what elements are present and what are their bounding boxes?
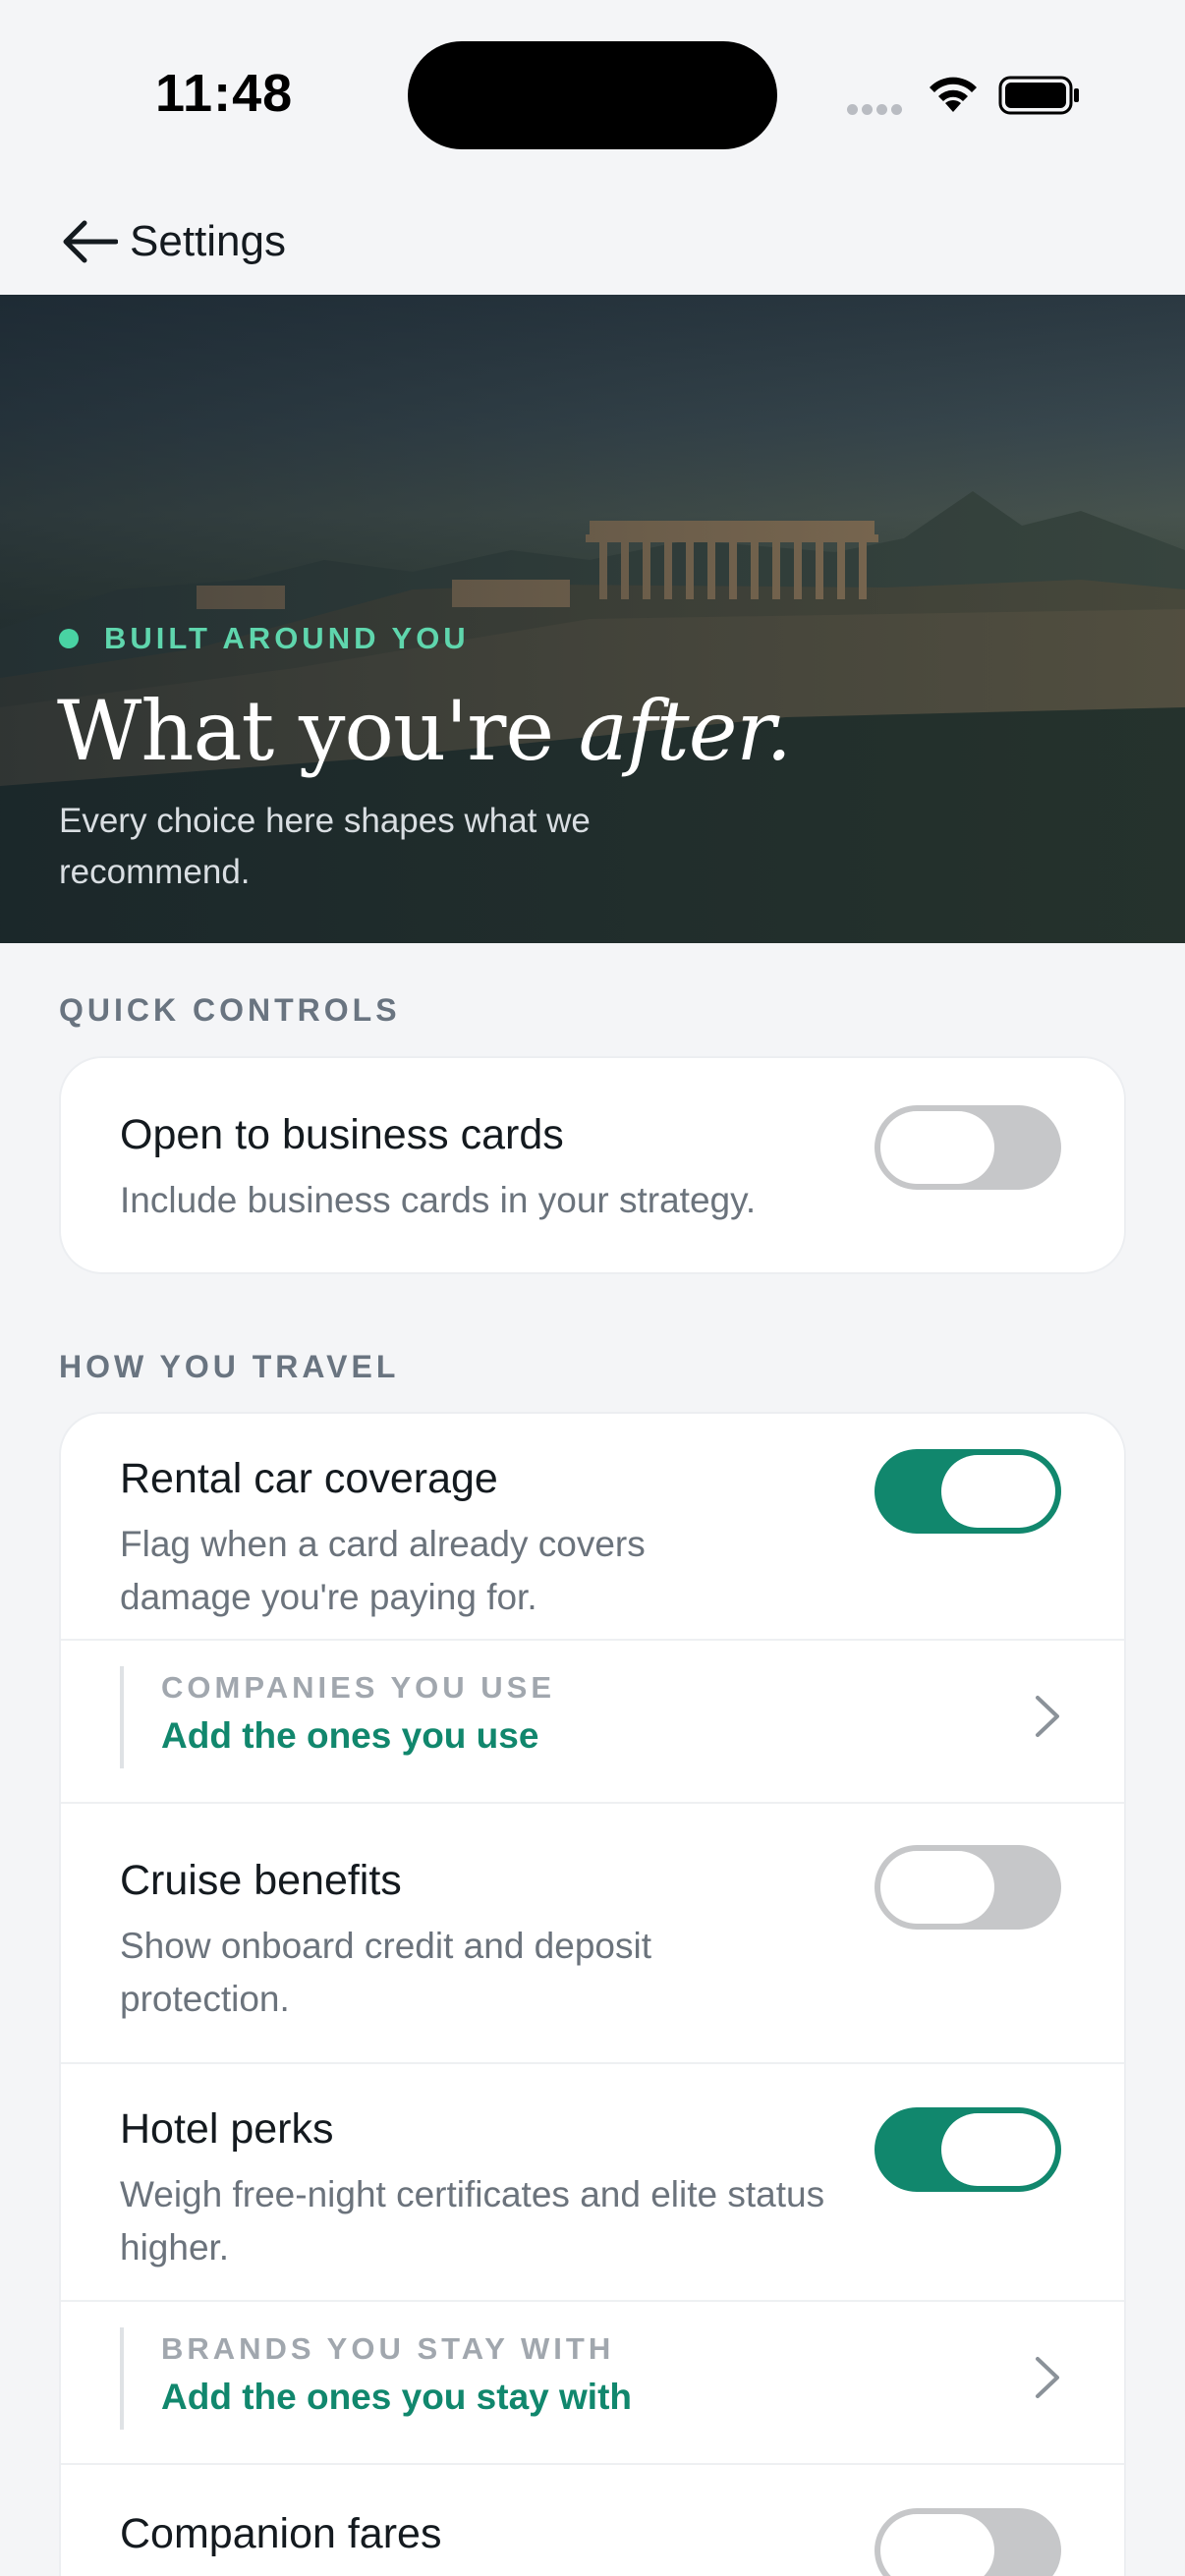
subrow-indent-bar (120, 2327, 124, 2430)
battery-icon (998, 76, 1079, 115)
section-label-how-you-travel: HOW YOU TRAVEL (59, 1349, 400, 1384)
subrow-indent-bar (120, 1666, 124, 1768)
hotel-perks-toggle[interactable] (875, 2107, 1061, 2192)
subrow-label: COMPANIES YOU USE (161, 1670, 556, 1705)
toggle-knob (941, 1455, 1055, 1528)
wifi-icon (930, 77, 977, 112)
setting-title: Hotel perks (120, 2105, 334, 2153)
arrow-left-icon (63, 220, 118, 263)
settings-preferences-screen: 11:48 Settings BUILT AROUND YOU What you… (0, 0, 1185, 2576)
section-label-quick-controls: QUICK CONTROLS (59, 992, 401, 1028)
dynamic-island (408, 41, 777, 149)
quick-controls-card: Open to business cards Include business … (59, 1056, 1126, 1274)
business-cards-toggle[interactable] (875, 1105, 1061, 1190)
setting-title: Cruise benefits (120, 1857, 402, 1904)
status-time: 11:48 (155, 64, 294, 123)
chevron-right-icon (1036, 1696, 1059, 1737)
cruise-toggle[interactable] (875, 1845, 1061, 1930)
hero-banner: BUILT AROUND YOU What you're after. Ever… (0, 295, 1185, 943)
setting-description: Flag when a card already covers damage y… (120, 1524, 646, 1617)
setting-title: Open to business cards (120, 1111, 564, 1158)
setting-title: Rental car coverage (120, 1455, 498, 1502)
subrow-value: Add the ones you use (161, 1715, 539, 1756)
hero-title: What you're after. (57, 683, 792, 779)
companion-fares-toggle[interactable] (875, 2508, 1061, 2576)
eyebrow-text: BUILT AROUND YOU (104, 621, 470, 655)
brands-you-stay-with-row[interactable]: BRANDS YOU STAY WITH Add the ones you st… (61, 2302, 1124, 2463)
toggle-knob (941, 2113, 1055, 2186)
companies-you-use-row[interactable]: COMPANIES YOU USE Add the ones you use (61, 1641, 1124, 1802)
setting-row-business-cards: Open to business cards Include business … (61, 1058, 1124, 1272)
hero-title-emphasis: after. (578, 683, 792, 779)
setting-row-rental-car: Rental car coverage Flag when a card alr… (61, 1414, 1124, 1639)
subrow-value: Add the ones you stay with (161, 2377, 632, 2417)
toggle-knob (880, 1111, 994, 1184)
rental-car-toggle[interactable] (875, 1449, 1061, 1534)
setting-description: Include business cards in your strategy. (120, 1180, 757, 1220)
hero-title-main: What you're (57, 683, 579, 779)
setting-row-companion-fares: Companion fares (61, 2465, 1124, 2576)
hero-subtitle: Every choice here shapes what we recomme… (59, 802, 591, 891)
back-button[interactable]: Settings (61, 210, 286, 273)
eyebrow-dot-icon (59, 629, 79, 648)
top-navigation: Settings (0, 187, 1185, 295)
status-bar: 11:48 (0, 0, 1185, 187)
setting-description: Show onboard credit and deposit protecti… (120, 1926, 651, 2019)
toggle-knob (880, 1851, 994, 1924)
setting-row-hotel: Hotel perks Weigh free-night certificate… (61, 2064, 1124, 2300)
how-you-travel-card: Rental car coverage Flag when a card alr… (59, 1412, 1126, 2576)
toggle-knob (880, 2514, 994, 2576)
cellular-signal-icon (847, 102, 906, 116)
setting-row-cruise: Cruise benefits Show onboard credit and … (61, 1804, 1124, 2062)
setting-title: Companion fares (120, 2510, 442, 2557)
back-label: Settings (130, 217, 286, 265)
setting-description: Weigh free-night certificates and elite … (120, 2174, 825, 2268)
hero-eyebrow: BUILT AROUND YOU (59, 621, 470, 656)
chevron-right-icon (1036, 2357, 1059, 2398)
subrow-label: BRANDS YOU STAY WITH (161, 2331, 615, 2366)
